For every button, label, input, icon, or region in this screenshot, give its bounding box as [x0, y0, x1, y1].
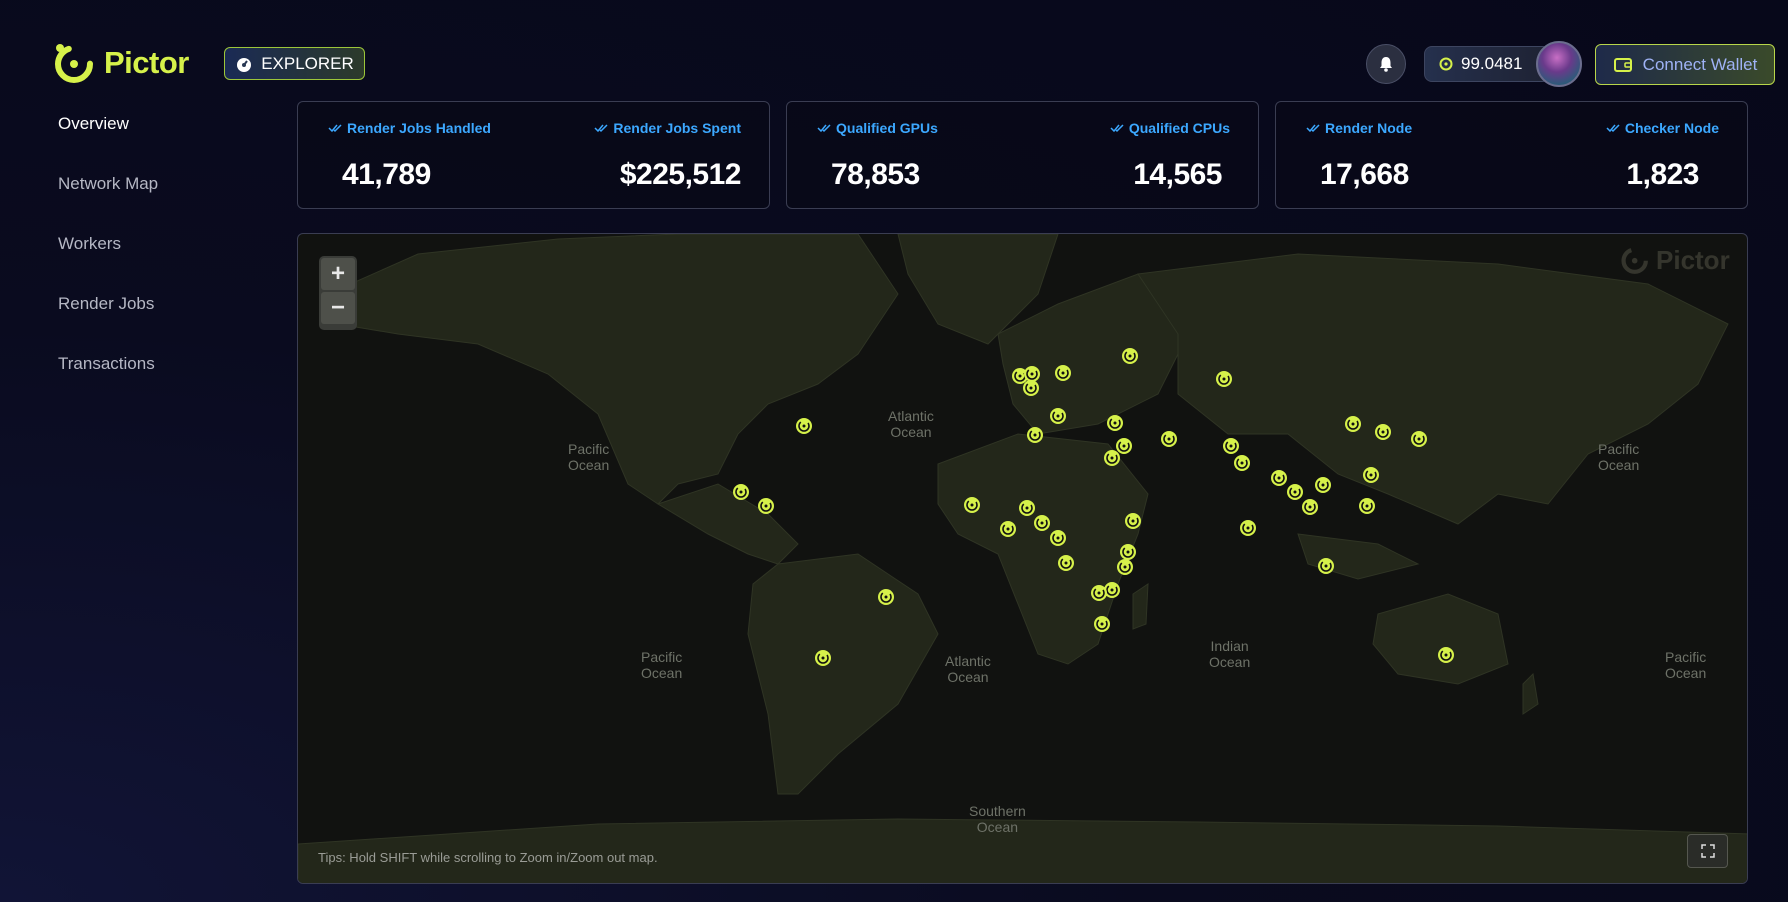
- check-icon: [594, 124, 608, 133]
- ocean-label: Atlantic Ocean: [888, 408, 934, 440]
- wallet-icon: [1613, 57, 1632, 72]
- node-marker[interactable]: [1057, 554, 1075, 572]
- wallet-balance[interactable]: 99.0481: [1424, 46, 1550, 82]
- ocean-label: Pacific Ocean: [568, 441, 610, 473]
- balance-value: 99.0481: [1461, 54, 1523, 73]
- ocean-label: Pacific Ocean: [1665, 649, 1707, 681]
- node-marker[interactable]: [1022, 379, 1040, 397]
- map-watermark: Pictor: [1618, 244, 1730, 276]
- world-landmass: [298, 234, 1747, 883]
- node-marker[interactable]: [1160, 430, 1178, 448]
- check-icon: [328, 124, 342, 133]
- map-tips: Tips: Hold SHIFT while scrolling to Zoom…: [318, 850, 658, 865]
- stat-card-render-jobs: Render Jobs Handled 41,789 Render Jobs S…: [297, 101, 770, 209]
- bell-icon: [1380, 57, 1392, 72]
- ocean-label: Atlantic Ocean: [945, 653, 991, 685]
- sidebar-nav: Overview Network Map Workers Render Jobs…: [58, 114, 158, 414]
- fullscreen-icon: [1700, 844, 1715, 858]
- stat-label-render-node: Render Node: [1306, 120, 1412, 136]
- node-marker[interactable]: [1106, 414, 1124, 432]
- connect-wallet-button[interactable]: Connect Wallet: [1595, 44, 1775, 85]
- node-marker[interactable]: [1215, 370, 1233, 388]
- zoom-controls: + −: [319, 256, 357, 330]
- stat-value-qualified-gpus: 78,853: [831, 158, 920, 191]
- explorer-label: EXPLORER: [261, 53, 354, 73]
- fullscreen-button[interactable]: [1687, 834, 1728, 868]
- node-marker[interactable]: [732, 483, 750, 501]
- check-icon: [1306, 124, 1320, 133]
- network-map[interactable]: Pictor + − Pacific Ocean Atlantic Ocean …: [297, 233, 1748, 884]
- pictor-logo-icon: [1621, 247, 1648, 274]
- check-icon: [1606, 124, 1620, 133]
- explorer-button[interactable]: EXPLORER: [224, 47, 365, 80]
- node-marker[interactable]: [1317, 557, 1335, 575]
- node-marker[interactable]: [1374, 423, 1392, 441]
- stat-value-checker-node: 1,823: [1626, 158, 1699, 191]
- stat-value-qualified-cpus: 14,565: [1133, 158, 1222, 191]
- node-marker[interactable]: [1026, 426, 1044, 444]
- node-marker[interactable]: [1239, 519, 1257, 537]
- node-marker[interactable]: [877, 588, 895, 606]
- node-marker[interactable]: [1358, 497, 1376, 515]
- check-icon: [1110, 124, 1124, 133]
- sidebar-item-workers[interactable]: Workers: [58, 234, 158, 294]
- node-marker[interactable]: [1124, 512, 1142, 530]
- sidebar-item-transactions[interactable]: Transactions: [58, 354, 158, 414]
- token-icon: [1439, 57, 1453, 71]
- node-marker[interactable]: [1121, 347, 1139, 365]
- node-marker[interactable]: [1233, 454, 1251, 472]
- zoom-in-button[interactable]: +: [321, 258, 355, 290]
- zoom-out-button[interactable]: −: [321, 292, 355, 324]
- stat-label-qualified-cpus: Qualified CPUs: [1110, 120, 1230, 136]
- notifications-button[interactable]: [1366, 44, 1406, 84]
- ocean-label: Pacific Ocean: [641, 649, 683, 681]
- node-marker[interactable]: [1116, 558, 1134, 576]
- brand-logo[interactable]: Pictor: [50, 40, 189, 86]
- stat-value-render-jobs-handled: 41,789: [342, 158, 431, 191]
- node-marker[interactable]: [1437, 646, 1455, 664]
- pictor-logo-icon: [55, 44, 93, 83]
- stat-card-nodes: Render Node 17,668 Checker Node 1,823: [1275, 101, 1748, 209]
- node-marker[interactable]: [1090, 584, 1108, 602]
- sidebar-item-render-jobs[interactable]: Render Jobs: [58, 294, 158, 354]
- node-marker[interactable]: [814, 649, 832, 667]
- node-marker[interactable]: [1344, 415, 1362, 433]
- node-marker[interactable]: [1222, 437, 1240, 455]
- node-marker[interactable]: [1054, 364, 1072, 382]
- stat-label-render-jobs-handled: Render Jobs Handled: [328, 120, 491, 136]
- stat-label-checker-node: Checker Node: [1606, 120, 1719, 136]
- stat-label-qualified-gpus: Qualified GPUs: [817, 120, 938, 136]
- node-marker[interactable]: [999, 520, 1017, 538]
- ocean-label: Pacific Ocean: [1598, 441, 1640, 473]
- stat-card-qualified: Qualified GPUs 78,853 Qualified CPUs 14,…: [786, 101, 1259, 209]
- node-marker[interactable]: [1314, 476, 1332, 494]
- stat-label-render-jobs-spent: Render Jobs Spent: [594, 120, 741, 136]
- node-marker[interactable]: [963, 496, 981, 514]
- brand-name: Pictor: [104, 45, 189, 80]
- ocean-label: Indian Ocean: [1209, 638, 1251, 670]
- node-marker[interactable]: [1049, 529, 1067, 547]
- ocean-label: Southern Ocean: [969, 803, 1026, 835]
- gauge-icon: [237, 57, 252, 72]
- node-marker[interactable]: [1093, 615, 1111, 633]
- stat-value-render-jobs-spent: $225,512: [619, 158, 742, 191]
- node-marker[interactable]: [1103, 449, 1121, 467]
- node-marker[interactable]: [1410, 430, 1428, 448]
- connect-wallet-label: Connect Wallet: [1642, 54, 1758, 74]
- sidebar-item-network-map[interactable]: Network Map: [58, 174, 158, 234]
- sidebar-item-overview[interactable]: Overview: [58, 114, 158, 174]
- avatar[interactable]: [1536, 41, 1582, 87]
- stat-value-render-node: 17,668: [1320, 158, 1409, 191]
- check-icon: [817, 124, 831, 133]
- node-marker[interactable]: [1301, 498, 1319, 516]
- node-marker[interactable]: [757, 497, 775, 515]
- node-marker[interactable]: [1049, 407, 1067, 425]
- node-marker[interactable]: [795, 417, 813, 435]
- node-marker[interactable]: [1362, 466, 1380, 484]
